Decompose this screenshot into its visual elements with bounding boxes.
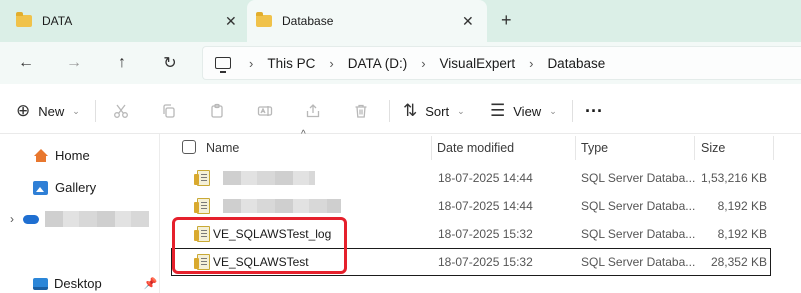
clipboard-icon xyxy=(211,103,223,118)
trash-icon xyxy=(355,104,367,118)
cut-button[interactable] xyxy=(113,88,129,134)
copy-icon xyxy=(163,104,175,118)
file-name xyxy=(223,192,341,220)
refresh-button[interactable]: ↻ xyxy=(159,52,181,74)
tab-label: DATA xyxy=(42,14,73,28)
column-divider[interactable] xyxy=(773,136,774,160)
gallery-icon xyxy=(33,180,48,195)
database-file-icon xyxy=(194,164,210,192)
chevron-down-icon: ⌄ xyxy=(72,105,80,116)
sidebar-item-gallery[interactable]: Gallery xyxy=(33,180,96,195)
tab-data[interactable]: DATA ✕ xyxy=(0,0,247,42)
column-divider[interactable] xyxy=(575,136,576,160)
file-type: SQL Server Databa... xyxy=(581,227,696,241)
copy-button[interactable] xyxy=(161,88,177,134)
navigation-bar: ← → ↑ ↻ › This PC › DATA (D:) › VisualEx… xyxy=(0,42,801,84)
chevron-right-icon: › xyxy=(529,55,534,71)
database-file-icon xyxy=(194,192,210,220)
new-tab-button[interactable]: + xyxy=(501,10,512,31)
tab-database[interactable]: Database ✕ xyxy=(247,0,487,42)
back-button[interactable]: ← xyxy=(15,52,37,74)
navigation-pane: Home Gallery › Desktop 📌 xyxy=(0,134,160,293)
chevron-down-icon: ⌄ xyxy=(549,105,557,116)
folder-icon xyxy=(256,12,272,27)
file-date: 18-07-2025 15:32 xyxy=(438,227,533,241)
divider xyxy=(95,100,96,122)
sidebar-item-label: Home xyxy=(55,148,90,163)
file-type: SQL Server Databa... xyxy=(581,255,696,269)
scissors-icon xyxy=(114,104,128,118)
file-size: 28,352 KB xyxy=(710,255,767,269)
pin-icon[interactable]: 📌 xyxy=(144,277,158,290)
chevron-right-icon: › xyxy=(329,55,334,71)
delete-button[interactable] xyxy=(353,88,369,134)
column-divider[interactable] xyxy=(694,136,695,160)
share-button[interactable] xyxy=(305,88,321,134)
file-size: 8,192 KB xyxy=(717,199,767,213)
breadcrumb-visualexpert[interactable]: VisualExpert xyxy=(440,56,516,71)
sidebar-item-label: Gallery xyxy=(55,180,97,195)
tab-bar: DATA ✕ Database ✕ + xyxy=(0,0,801,42)
close-icon[interactable]: ✕ xyxy=(225,13,237,30)
highlight-annotation xyxy=(172,217,347,274)
sort-ascending-icon: ^ xyxy=(301,129,306,140)
select-all-checkbox[interactable] xyxy=(182,140,196,154)
sidebar-item-label: Desktop xyxy=(54,276,102,291)
column-header-size[interactable]: Size xyxy=(701,134,725,161)
view-button[interactable]: ☰ View ⌄ xyxy=(490,88,557,134)
view-label: View xyxy=(513,103,542,119)
column-header-type[interactable]: Type xyxy=(581,134,608,161)
file-type: SQL Server Databa... xyxy=(581,199,696,213)
breadcrumb-drive[interactable]: DATA (D:) xyxy=(348,56,408,71)
more-options-button[interactable]: ··· xyxy=(585,88,603,134)
computer-icon xyxy=(215,57,231,73)
share-icon xyxy=(306,104,320,118)
sort-label: Sort xyxy=(425,103,450,119)
breadcrumb-this-pc[interactable]: This PC xyxy=(267,56,315,71)
column-divider[interactable] xyxy=(431,136,432,160)
desktop-icon xyxy=(33,277,48,290)
file-size: 1,53,216 KB xyxy=(700,171,767,185)
rename-button[interactable] xyxy=(257,88,273,134)
sort-icon: ⇅ xyxy=(403,101,418,120)
chevron-down-icon: ⌄ xyxy=(457,105,465,116)
file-date: 18-07-2025 14:44 xyxy=(438,199,533,213)
up-button[interactable]: ↑ xyxy=(111,52,133,74)
rename-icon xyxy=(257,106,273,116)
folder-icon xyxy=(16,12,32,27)
cloud-icon xyxy=(23,214,39,224)
table-row[interactable]: 18-07-2025 14:44 SQL Server Databa... 1,… xyxy=(171,164,771,192)
file-date: 18-07-2025 15:32 xyxy=(438,255,533,269)
paste-button[interactable] xyxy=(209,88,225,134)
sidebar-item-desktop[interactable]: Desktop 📌 xyxy=(33,276,157,291)
sidebar-item-onedrive[interactable]: › xyxy=(10,211,149,227)
column-header-date[interactable]: Date modified xyxy=(437,134,514,161)
file-type: SQL Server Databa... xyxy=(581,171,696,185)
address-bar[interactable]: › This PC › DATA (D:) › VisualExpert › D… xyxy=(202,46,801,80)
column-header-name[interactable]: Name xyxy=(206,134,239,161)
chevron-right-icon: › xyxy=(10,212,14,226)
view-list-icon: ☰ xyxy=(490,101,506,120)
sort-button[interactable]: ⇅ Sort ⌄ xyxy=(403,88,465,134)
plus-circle-icon: ⊕ xyxy=(16,101,31,120)
command-bar: ⊕ New ⌄ ⇅ Sort ⌄ ☰ View ⌄ ··· xyxy=(0,88,801,134)
forward-button[interactable]: → xyxy=(63,52,85,74)
table-row[interactable]: 18-07-2025 14:44 SQL Server Databa... 8,… xyxy=(171,192,771,220)
home-icon xyxy=(33,148,49,163)
chevron-right-icon: › xyxy=(249,55,254,71)
sidebar-item-home[interactable]: Home xyxy=(33,148,90,163)
divider xyxy=(389,100,390,122)
tab-label: Database xyxy=(282,14,334,28)
file-date: 18-07-2025 14:44 xyxy=(438,171,533,185)
breadcrumb-database[interactable]: Database xyxy=(547,56,605,71)
close-icon[interactable]: ✕ xyxy=(462,13,474,30)
redacted-label xyxy=(45,211,149,227)
chevron-right-icon: › xyxy=(421,55,426,71)
divider xyxy=(572,100,573,122)
file-size: 8,192 KB xyxy=(717,227,767,241)
new-label: New xyxy=(38,103,65,119)
file-name xyxy=(223,164,315,192)
new-button[interactable]: ⊕ New ⌄ xyxy=(16,88,80,134)
